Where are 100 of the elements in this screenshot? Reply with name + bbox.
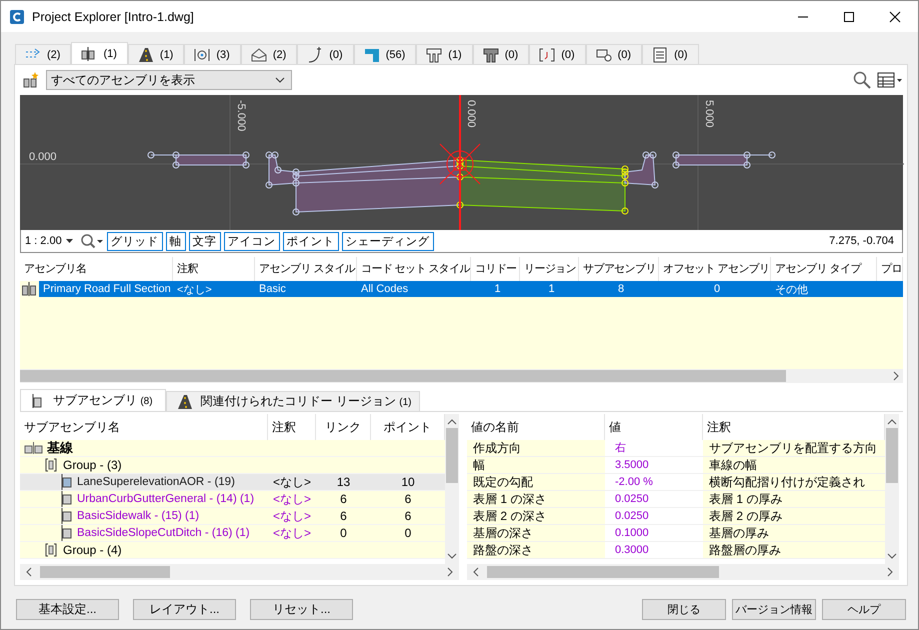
parameter-value[interactable]: 0.0250 [605,508,703,524]
dialog-button[interactable]: ヘルプ [822,598,906,620]
object-tab[interactable]: (3) [184,44,241,64]
display-toggle[interactable]: ポイント [282,232,339,250]
parameter-value[interactable]: -2.00 % [605,474,703,490]
zoom-icon[interactable] [80,233,104,249]
parameter-name: 表層 1 の深さ [467,491,605,507]
tree-row[interactable]: LaneSuperelevationAOR - (19) <なし> 13 10 [20,474,445,491]
horizontal-scrollbar[interactable] [20,369,903,383]
parameter-description: 路盤層の厚み [703,542,885,558]
table-cell: 6 [340,508,347,524]
parameter-description: 表層 1 の厚み [703,491,885,507]
object-tab[interactable]: (0) [642,44,699,64]
scroll-right-icon[interactable] [885,567,895,577]
display-toggle[interactable]: シェーディング [342,232,434,250]
table-view-icon[interactable] [877,71,903,89]
flag-icon [60,491,74,507]
parameter-name: 作成方向 [467,440,605,456]
pipe-icon [482,46,500,64]
filter-dropdown[interactable]: すべてのアセンブリを表示 [46,70,292,90]
dialog-button[interactable]: レイアウト... [133,598,236,620]
table-cell: <なし> [272,474,311,490]
display-toggle[interactable]: アイコン [224,232,280,250]
tree-row[interactable]: Group - (4) [20,542,445,559]
parameter-name: 基層の深さ [467,525,605,541]
table-cell: <なし> [272,491,311,507]
table-cell: 0 [340,525,347,541]
table-cell-text: Primary Road Full Section [42,283,172,295]
bracket-icon [538,46,556,64]
parameter-value[interactable]: 0.3000 [605,542,703,558]
object-tab[interactable]: (56) [354,44,416,64]
object-tab[interactable]: (1) [128,44,184,64]
tree-row[interactable]: 基線 [20,440,445,457]
road-icon [136,46,155,64]
object-tab[interactable]: (2) [240,44,298,64]
object-tab[interactable]: (0) [586,44,642,64]
tree-row[interactable]: Group - (3) [20,457,445,474]
scroll-up-icon[interactable] [887,418,897,426]
parameter-description: 車線の幅 [703,457,885,473]
column-header[interactable]: 値 [605,414,703,440]
table-cell-text: All Codes [360,283,410,295]
table-cell: 6 [340,491,347,507]
dialog-button[interactable]: 閉じる [642,598,726,620]
scroll-left-icon[interactable] [471,567,481,577]
tree-row[interactable]: UrbanCurbGutterGeneral - (14) (1) <なし> 6 6 [20,491,445,508]
tree-row[interactable]: BasicSidewalk - (15) (1) <なし> 6 6 [20,508,445,525]
table-cell-text: 1 [493,283,502,295]
parameter-description: 基層の厚み [703,525,885,541]
scroll-down-icon[interactable] [887,552,897,560]
close-icon[interactable] [889,10,901,22]
object-tab[interactable]: (0) [297,44,354,64]
table-cell-text: その他 [774,282,809,296]
scroll-left-icon[interactable] [24,567,34,577]
flag-icon [60,525,74,541]
dialog-button[interactable]: リセット... [250,598,353,620]
object-tab[interactable]: (0) [529,44,586,64]
window-title: Project Explorer [Intro-1.dwg] [32,10,194,24]
object-tab[interactable]: (2) [15,44,72,64]
object-tab[interactable]: (0) [472,44,530,64]
pipe-icon [425,46,444,64]
parameter-value[interactable]: 0.0250 [605,491,703,507]
assembly-row[interactable]: Primary Road Full Section <なし> Basic All Codes 1 1 8 0 その他 [39,281,903,297]
object-tab[interactable]: (1) [71,42,128,64]
scroll-right-icon[interactable] [891,371,901,381]
scroll-down-icon[interactable] [447,552,457,560]
display-toggle[interactable]: グリッド [106,232,163,250]
table-cell: <なし> [272,525,311,541]
parameter-value[interactable]: 0.1000 [605,525,703,541]
scroll-up-icon[interactable] [447,418,457,426]
subassembly-name: UrbanCurbGutterGeneral - (14) (1) [77,492,254,507]
baseline-icon [24,442,44,454]
table-cell: 10 [401,474,415,490]
table-cell-text: Basic [258,283,287,295]
display-toggle[interactable]: 文字 [188,232,221,250]
parameter-description: 横断勾配摺り付けが定義され [703,474,885,490]
scale-dropdown[interactable]: 1 : 2.00 [25,235,77,247]
parameter-name: 路盤の深さ [467,542,605,558]
tree-row[interactable]: BasicSideSlopeCutDitch - (16) (1) <なし> 0 0 [20,525,445,542]
caret-icon [275,77,285,83]
maximize-icon[interactable] [843,10,855,22]
new-assembly-icon[interactable] [22,71,40,89]
scroll-right-icon[interactable] [445,567,455,577]
parameter-description: サブアセンブリを配置する方向 [703,440,885,456]
parameter-description: 表層 2 の厚み [703,508,885,524]
axis-label: 5.000 [703,100,715,128]
dialog-button[interactable]: 基本設定... [16,598,119,620]
parameter-value[interactable]: 右 [605,440,703,456]
flag-icon [60,508,74,524]
object-tab[interactable]: (1) [416,44,473,64]
group-name: Group - (4) [63,542,122,558]
table-cell-text: 8 [616,283,626,295]
table-cell: <なし> [272,508,311,524]
search-icon[interactable] [853,71,871,89]
detail-tab[interactable]: サブアセンブリ (8) [20,389,166,411]
detail-tab[interactable]: 関連付けられたコリドー リージョン (1) [166,391,420,411]
parameter-value[interactable]: 3.5000 [605,457,703,473]
display-toggle[interactable]: 軸 [166,232,186,250]
assembly-icon [20,282,39,296]
dialog-button[interactable]: バージョン情報 [732,598,816,620]
table-cell: 6 [404,508,412,524]
